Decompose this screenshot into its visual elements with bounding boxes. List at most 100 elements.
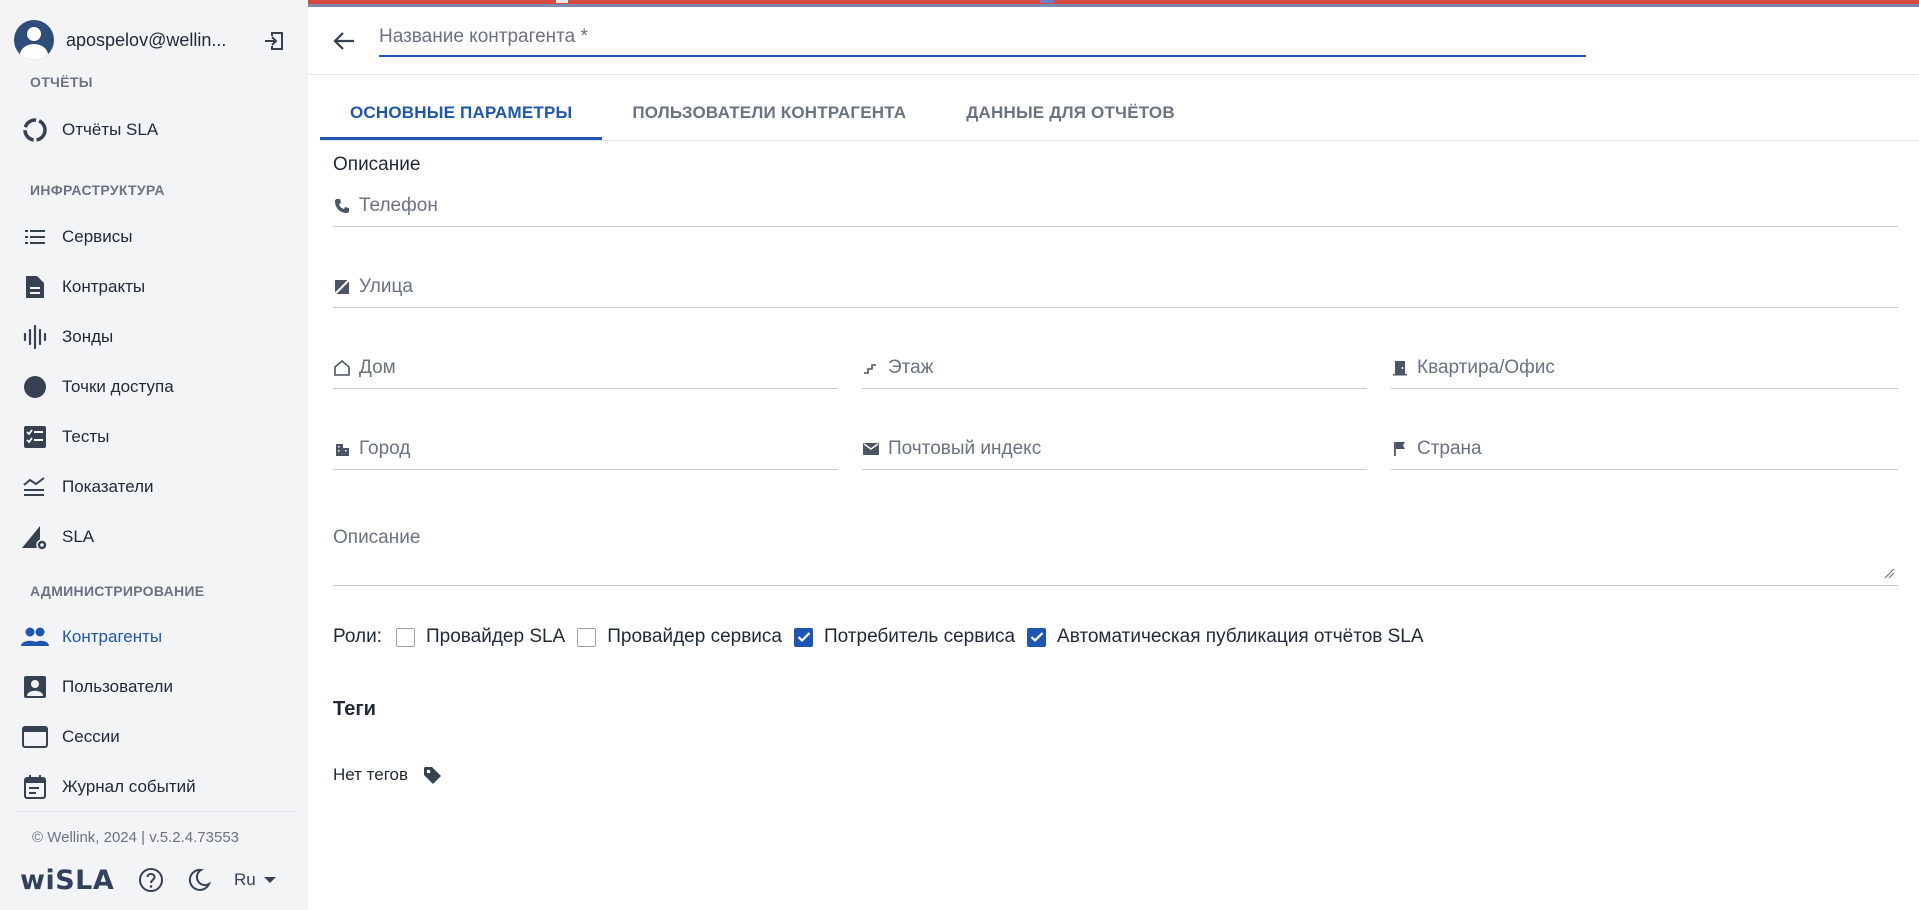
- sidebar-item-label: Тесты: [62, 427, 110, 446]
- top-strip-accent: [308, 0, 1919, 7]
- user-card-icon: [20, 672, 50, 702]
- sidebar-item-label: Сессии: [62, 727, 120, 746]
- checklist-icon: [20, 422, 50, 452]
- language-value: Ru: [234, 870, 256, 889]
- description-textarea[interactable]: Описание: [333, 523, 1898, 586]
- description-section-title: Описание: [333, 154, 421, 175]
- floor-field[interactable]: Этаж: [862, 347, 1367, 389]
- sidebar-item-users[interactable]: Пользователи: [20, 667, 290, 707]
- wisla-logo: wiSLA: [20, 864, 115, 896]
- roles-group: Роли: Провайдер SLA Провайдер сервиса По…: [333, 622, 1436, 652]
- sidebar-item-label: Контрагенты: [62, 627, 163, 646]
- sidebar-item-label: Точки доступа: [62, 377, 174, 396]
- tabs-divider: [320, 140, 1919, 141]
- checkmark-icon: [797, 632, 810, 643]
- mail-icon: [862, 440, 880, 458]
- sidebar-item-probes[interactable]: Зонды: [20, 317, 290, 357]
- city-icon: [333, 440, 351, 458]
- phone-icon: [333, 197, 351, 215]
- role-auto-publish-label[interactable]: Автоматическая публикация отчётов SLA: [1057, 626, 1424, 648]
- door-icon: [1391, 359, 1409, 377]
- house-field[interactable]: Дом: [333, 347, 838, 389]
- sidebar-item-services[interactable]: Сервисы: [20, 217, 290, 257]
- section-label-infrastructure: ИНФРАСТРУКТУРА: [30, 182, 165, 198]
- logout-icon[interactable]: [262, 29, 286, 53]
- sidebar-item-metrics[interactable]: Показатели: [20, 467, 290, 507]
- tab-report-data[interactable]: ДАННЫЕ ДЛЯ ОТЧЁТОВ: [936, 85, 1205, 141]
- probe-wave-icon: [20, 322, 50, 352]
- avatar[interactable]: [14, 20, 54, 60]
- copyright: © Wellink, 2024 | v.5.2.4.73553: [32, 829, 240, 846]
- back-arrow-icon[interactable]: [330, 27, 358, 55]
- tab-main-params[interactable]: ОСНОВНЫЕ ПАРАМЕТРЫ: [320, 85, 603, 141]
- phone-label: Телефон: [359, 194, 438, 216]
- street-label: Улица: [359, 275, 413, 297]
- roles-label: Роли:: [333, 626, 382, 647]
- role-sla-provider-checkbox[interactable]: [395, 627, 415, 647]
- tab-counterparty-users[interactable]: ПОЛЬЗОВАТЕЛИ КОНТРАГЕНТА: [602, 85, 936, 141]
- description-label: Описание: [333, 527, 421, 548]
- tags-title: Теги: [333, 698, 376, 720]
- user-name: apospelov@wellin...: [66, 29, 227, 50]
- chevron-down-icon: [263, 877, 276, 883]
- no-tags-text: Нет тегов: [333, 765, 409, 784]
- calendar-icon: [20, 772, 50, 802]
- apartment-field[interactable]: Квартира/Офис: [1391, 347, 1898, 389]
- apartment-label: Квартира/Офис: [1417, 356, 1555, 378]
- sidebar-item-access-points[interactable]: Точки доступа: [20, 367, 290, 407]
- sidebar-divider: [18, 811, 298, 812]
- sidebar-item-contracts[interactable]: Контракты: [20, 267, 290, 307]
- city-label: Город: [359, 437, 411, 459]
- sidebar-item-event-log[interactable]: Журнал событий: [20, 767, 290, 807]
- sidebar-item-label: Показатели: [62, 477, 154, 496]
- help-icon[interactable]: [138, 867, 164, 893]
- sidebar-item-label: Пользователи: [62, 677, 173, 696]
- sidebar-item-label: Журнал событий: [62, 777, 196, 796]
- house-icon: [333, 359, 351, 377]
- sidebar-footer: wiSLA Ru: [20, 862, 290, 898]
- role-auto-publish-checkbox[interactable]: [1027, 627, 1047, 647]
- house-label: Дом: [359, 356, 396, 378]
- tags-row: Нет тегов: [333, 765, 442, 785]
- street-icon: [333, 278, 351, 296]
- flag-icon: [1391, 440, 1409, 458]
- sidebar-item-counterparties[interactable]: Контрагенты: [20, 617, 290, 657]
- role-service-consumer-label[interactable]: Потребитель сервиса: [824, 626, 1015, 648]
- country-label: Страна: [1417, 437, 1482, 459]
- top-strip-marker: [556, 0, 568, 3]
- people-icon: [20, 622, 50, 652]
- dark-mode-icon[interactable]: [186, 867, 212, 893]
- sidebar-item-sla-reports[interactable]: Отчёты SLA: [20, 110, 290, 150]
- sidebar-item-label: Зонды: [62, 327, 114, 346]
- sidebar-item-label: Отчёты SLA: [62, 120, 159, 139]
- tag-icon[interactable]: [422, 765, 442, 785]
- postal-code-label: Почтовый индекс: [888, 437, 1042, 459]
- sidebar-item-sessions[interactable]: Сессии: [20, 717, 290, 757]
- role-sla-provider-label[interactable]: Провайдер SLA: [426, 626, 565, 648]
- document-icon: [20, 272, 50, 302]
- country-field[interactable]: Страна: [1391, 428, 1898, 470]
- top-strip-marker: [1040, 0, 1054, 3]
- sidebar-item-tests[interactable]: Тесты: [20, 417, 290, 457]
- postal-code-field[interactable]: Почтовый индекс: [862, 428, 1367, 470]
- list-icon: [20, 222, 50, 252]
- section-label-reports: ОТЧЁТЫ: [30, 74, 93, 90]
- section-label-administration: АДМИНИСТРИРОВАНИЕ: [30, 583, 205, 599]
- header-divider: [308, 74, 1919, 75]
- sidebar: apospelov@wellin... ОТЧЁТЫ Отчёты SLA ИН…: [0, 0, 308, 910]
- sidebar-item-sla[interactable]: SLA: [20, 517, 290, 557]
- circle-icon: [20, 372, 50, 402]
- counterparty-name-input[interactable]: [379, 23, 1586, 57]
- role-service-provider-label[interactable]: Провайдер сервиса: [607, 626, 782, 648]
- user-profile[interactable]: apospelov@wellin...: [14, 19, 296, 61]
- role-service-provider-checkbox[interactable]: [577, 627, 597, 647]
- role-service-consumer-checkbox[interactable]: [794, 627, 813, 647]
- resize-handle-icon[interactable]: [1884, 568, 1895, 579]
- stairs-icon: [862, 359, 880, 377]
- tabs: ОСНОВНЫЕ ПАРАМЕТРЫ ПОЛЬЗОВАТЕЛИ КОНТРАГЕ…: [320, 85, 1205, 141]
- phone-field[interactable]: Телефон: [333, 185, 1898, 227]
- street-field[interactable]: Улица: [333, 266, 1898, 308]
- city-field[interactable]: Город: [333, 428, 838, 470]
- checkmark-icon: [1030, 632, 1043, 643]
- language-select[interactable]: Ru: [234, 870, 276, 890]
